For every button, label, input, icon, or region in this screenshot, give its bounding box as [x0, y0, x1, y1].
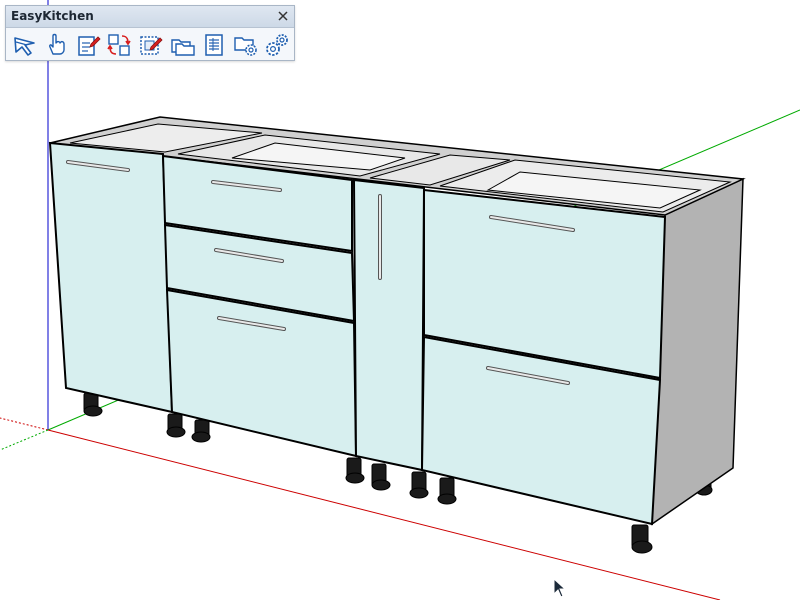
- report-tool-button[interactable]: [198, 30, 230, 60]
- toolbar-title: EasyKitchen: [11, 9, 94, 23]
- close-icon: [278, 11, 288, 21]
- gears-icon: [266, 34, 289, 56]
- toolbar-titlebar[interactable]: EasyKitchen: [6, 6, 294, 28]
- carcass-right-side: [651, 177, 744, 526]
- green-axis-negative: [0, 429, 49, 451]
- settings-tool-button[interactable]: [262, 30, 294, 60]
- arrow-pointer-icon: [13, 37, 35, 56]
- edit-properties-tool-button[interactable]: [72, 30, 104, 60]
- swap-tool-button[interactable]: [104, 30, 136, 60]
- library-tool-button[interactable]: [167, 30, 199, 60]
- red-axis-negative: [0, 417, 49, 431]
- hand-pointer-icon: [49, 33, 66, 55]
- narrow-door: [352, 178, 426, 472]
- folders-icon: [170, 39, 195, 56]
- mouse-cursor-icon: [553, 578, 567, 598]
- edit-selection-tool-button[interactable]: [135, 30, 167, 60]
- pan-tool-button[interactable]: [41, 30, 73, 60]
- kitchen-model-scene[interactable]: [0, 0, 800, 601]
- edit-document-icon: [78, 36, 101, 56]
- edit-selection-icon: [140, 36, 163, 55]
- folder-settings-tool-button[interactable]: [230, 30, 262, 60]
- left-door: [48, 141, 174, 414]
- close-button[interactable]: [275, 8, 291, 24]
- spreadsheet-icon: [205, 34, 223, 56]
- tool-row: [9, 30, 293, 60]
- model-viewport[interactable]: [0, 0, 800, 601]
- select-tool-button[interactable]: [9, 30, 41, 60]
- folder-gear-icon: [234, 37, 257, 56]
- easykitchen-toolbar: EasyKitchen: [5, 5, 295, 61]
- swap-arrows-icon: [107, 34, 132, 56]
